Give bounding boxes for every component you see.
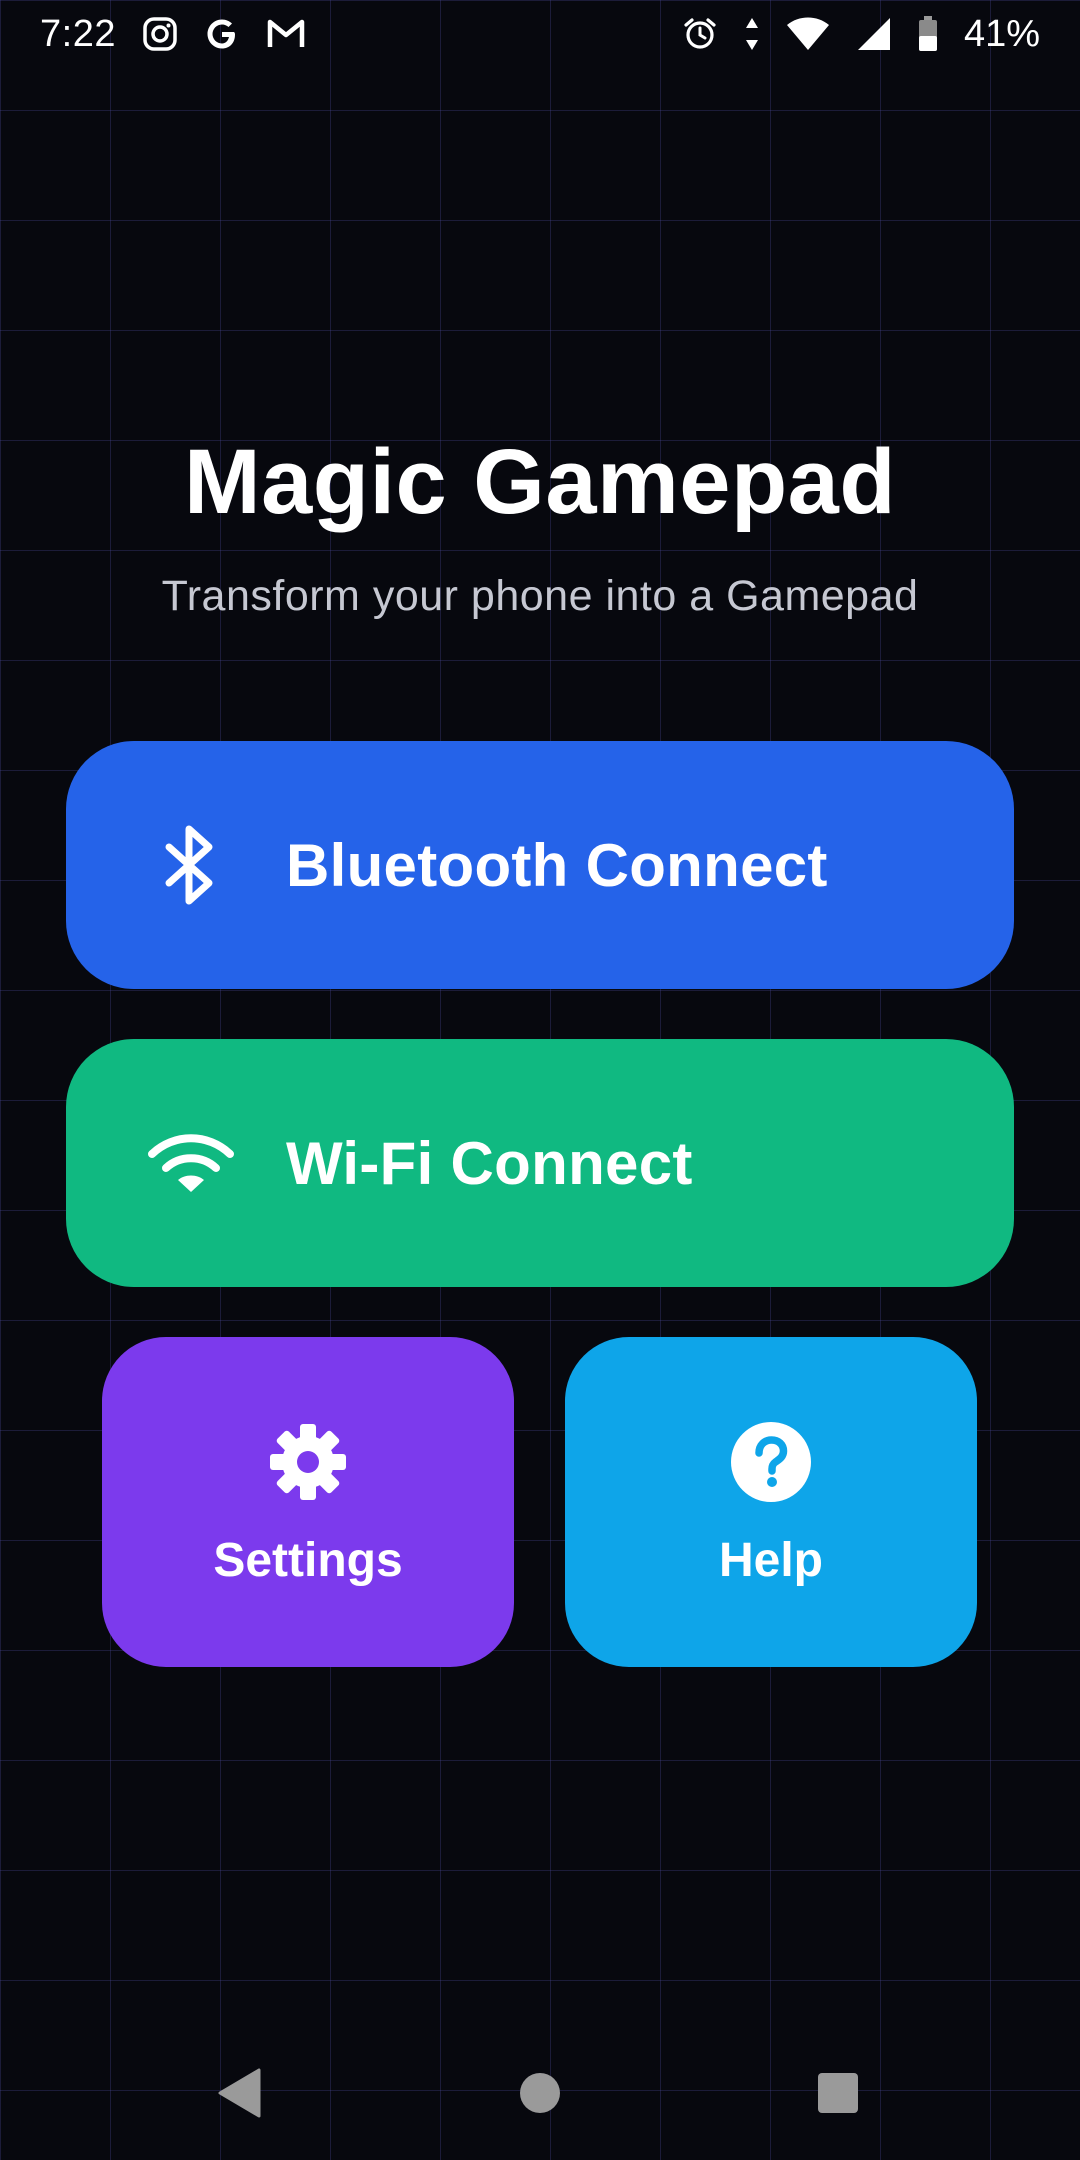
data-arrows-icon bbox=[744, 16, 760, 52]
gear-icon bbox=[268, 1417, 348, 1507]
app-title: Magic Gamepad bbox=[183, 431, 897, 533]
navigation-bar bbox=[0, 2040, 1080, 2150]
gmail-icon bbox=[266, 18, 306, 50]
instagram-icon bbox=[142, 16, 178, 52]
app-screen: 7:22 41% Magic Gamepad Transform your ph… bbox=[0, 0, 1080, 2160]
alarm-icon bbox=[682, 16, 718, 52]
back-button[interactable] bbox=[190, 2045, 290, 2145]
recents-icon bbox=[817, 2072, 859, 2119]
home-icon bbox=[519, 2072, 561, 2119]
settings-label: Settings bbox=[213, 1533, 403, 1587]
app-subtitle: Transform your phone into a Gamepad bbox=[161, 572, 919, 620]
battery-percent: 41% bbox=[963, 12, 1040, 55]
status-bar-right: 41% bbox=[682, 13, 1040, 56]
help-button[interactable]: Help bbox=[565, 1337, 977, 1667]
settings-button[interactable]: Settings bbox=[102, 1337, 514, 1667]
cell-signal-icon bbox=[856, 16, 892, 52]
wifi-signal-icon bbox=[786, 17, 830, 51]
wifi-icon bbox=[136, 1130, 246, 1196]
battery-icon bbox=[918, 16, 938, 52]
google-icon bbox=[204, 16, 240, 52]
back-icon bbox=[217, 2067, 263, 2124]
status-time: 7:22 bbox=[40, 12, 116, 55]
status-bar-left: 7:22 bbox=[40, 13, 306, 56]
recents-button[interactable] bbox=[788, 2045, 888, 2145]
bluetooth-icon bbox=[136, 825, 246, 905]
home-button[interactable] bbox=[490, 2045, 590, 2145]
wifi-connect-button[interactable]: Wi-Fi Connect bbox=[66, 1039, 1014, 1287]
help-circle-icon bbox=[731, 1417, 811, 1507]
status-bar: 7:22 41% bbox=[0, 0, 1080, 68]
wifi-connect-label: Wi-Fi Connect bbox=[286, 1129, 693, 1197]
bluetooth-connect-button[interactable]: Bluetooth Connect bbox=[66, 741, 1014, 989]
help-label: Help bbox=[718, 1533, 823, 1587]
bluetooth-connect-label: Bluetooth Connect bbox=[286, 831, 828, 899]
